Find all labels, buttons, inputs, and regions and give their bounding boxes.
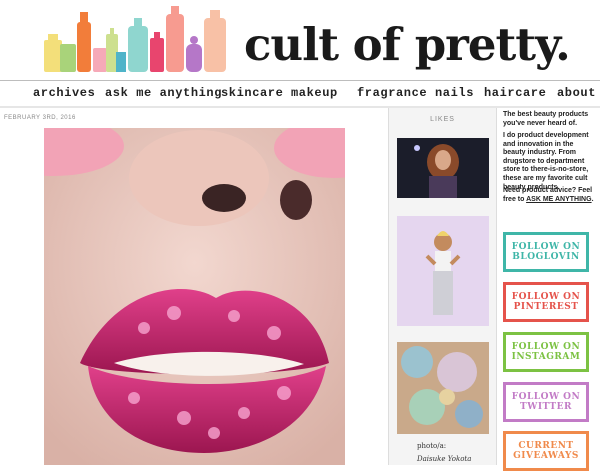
follow-bloglovin-button[interactable]: FOLLOW ON BLOGLOVIN — [503, 232, 589, 272]
follow-twitter-button[interactable]: FOLLOW ON TWITTER — [503, 382, 589, 422]
badge-line1: FOLLOW ON — [511, 342, 581, 352]
main-nav: archives ask me anything skincare makeup… — [0, 82, 600, 106]
sidebar-intro: I do product development and innovation … — [503, 132, 589, 191]
badge-line2: BLOGLOVIN — [512, 252, 580, 262]
sidebar-tagline: The best beauty products you've never he… — [503, 111, 589, 127]
right-sidebar: The best beauty products you've never he… — [497, 108, 600, 471]
likes-thumb-abstract[interactable] — [397, 342, 489, 434]
post-date: FEBRUARY 3RD, 2016 — [4, 115, 76, 121]
follow-pinterest-button[interactable]: FOLLOW ON PINTEREST — [503, 282, 589, 322]
nav-item-ask-me-anything[interactable]: ask me anything — [105, 86, 222, 100]
likes-thumb-figure[interactable] — [397, 216, 489, 326]
site-header: cult of pretty. — [0, 0, 600, 82]
post-photo-lips[interactable] — [44, 128, 345, 465]
post-area: FEBRUARY 3RD, 2016 — [0, 108, 388, 465]
nav-item-about[interactable]: about — [557, 86, 596, 100]
site-logo-text[interactable]: cult of pretty. — [244, 22, 571, 67]
ask-me-anything-link[interactable]: ASK ME ANYTHING — [526, 196, 591, 203]
likes-credit-label: photo/a: — [417, 442, 447, 450]
badge-line2: GIVEAWAYS — [513, 451, 579, 461]
likes-column: LIKES photo/a: Daisuke Yokota — [388, 108, 497, 465]
nav-item-archives[interactable]: archives — [33, 86, 95, 100]
nav-item-nails[interactable]: nails — [435, 86, 474, 100]
likes-title: LIKES — [430, 116, 455, 123]
follow-instagram-button[interactable]: FOLLOW ON INSTAGRAM — [503, 332, 589, 372]
nav-item-fragrance[interactable]: fragrance — [357, 86, 427, 100]
badge-line1: CURRENT — [518, 441, 574, 451]
badge-line1: FOLLOW ON — [511, 392, 581, 402]
sidebar-advice: Need product advice? Feel free to ASK ME… — [503, 187, 595, 204]
badge-line2: PINTEREST — [513, 302, 579, 312]
nav-item-skincare[interactable]: skincare — [221, 86, 283, 100]
badge-line2: TWITTER — [520, 402, 572, 412]
nav-item-makeup[interactable]: makeup — [291, 86, 338, 100]
nav-item-haircare[interactable]: haircare — [484, 86, 546, 100]
current-giveaways-button[interactable]: CURRENT GIVEAWAYS — [503, 431, 589, 471]
sidebar-advice-suffix: . — [591, 195, 594, 203]
badge-line1: FOLLOW ON — [511, 242, 581, 252]
header-divider — [0, 80, 600, 81]
beauty-bottles-logo-icon[interactable] — [40, 4, 240, 74]
likes-credit-name[interactable]: Daisuke Yokota — [417, 455, 471, 463]
badge-line2: INSTAGRAM — [511, 352, 581, 362]
likes-thumb-performer[interactable] — [397, 138, 489, 198]
badge-line1: FOLLOW ON — [511, 292, 581, 302]
